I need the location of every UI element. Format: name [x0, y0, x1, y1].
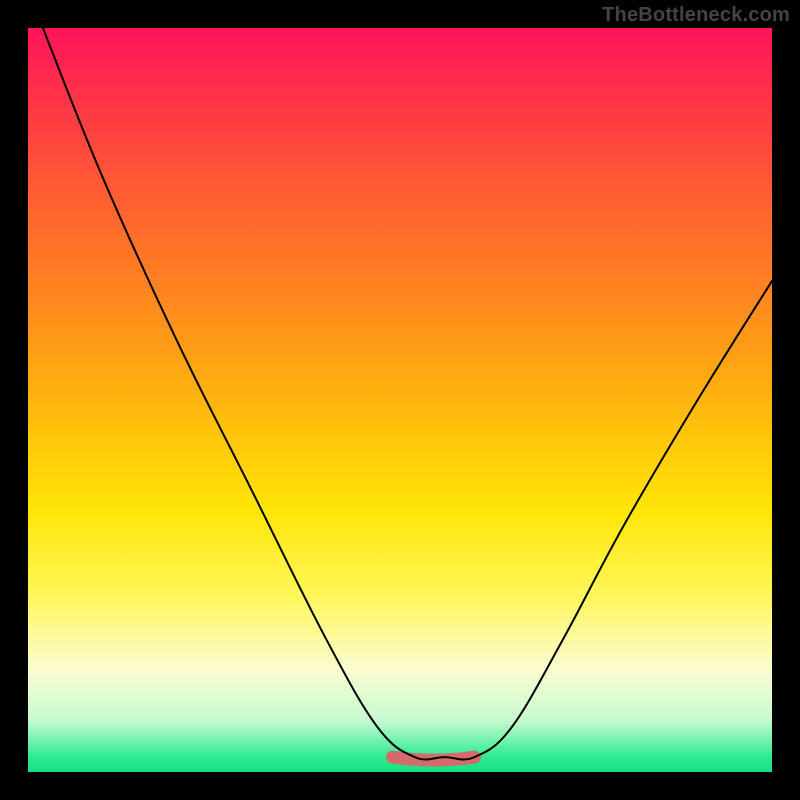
watermark-text: TheBottleneck.com: [602, 4, 790, 27]
plot-area: [28, 28, 772, 772]
bottleneck-curve-line: [43, 28, 772, 760]
chart-frame: TheBottleneck.com: [0, 0, 800, 800]
chart-svg: [28, 28, 772, 772]
